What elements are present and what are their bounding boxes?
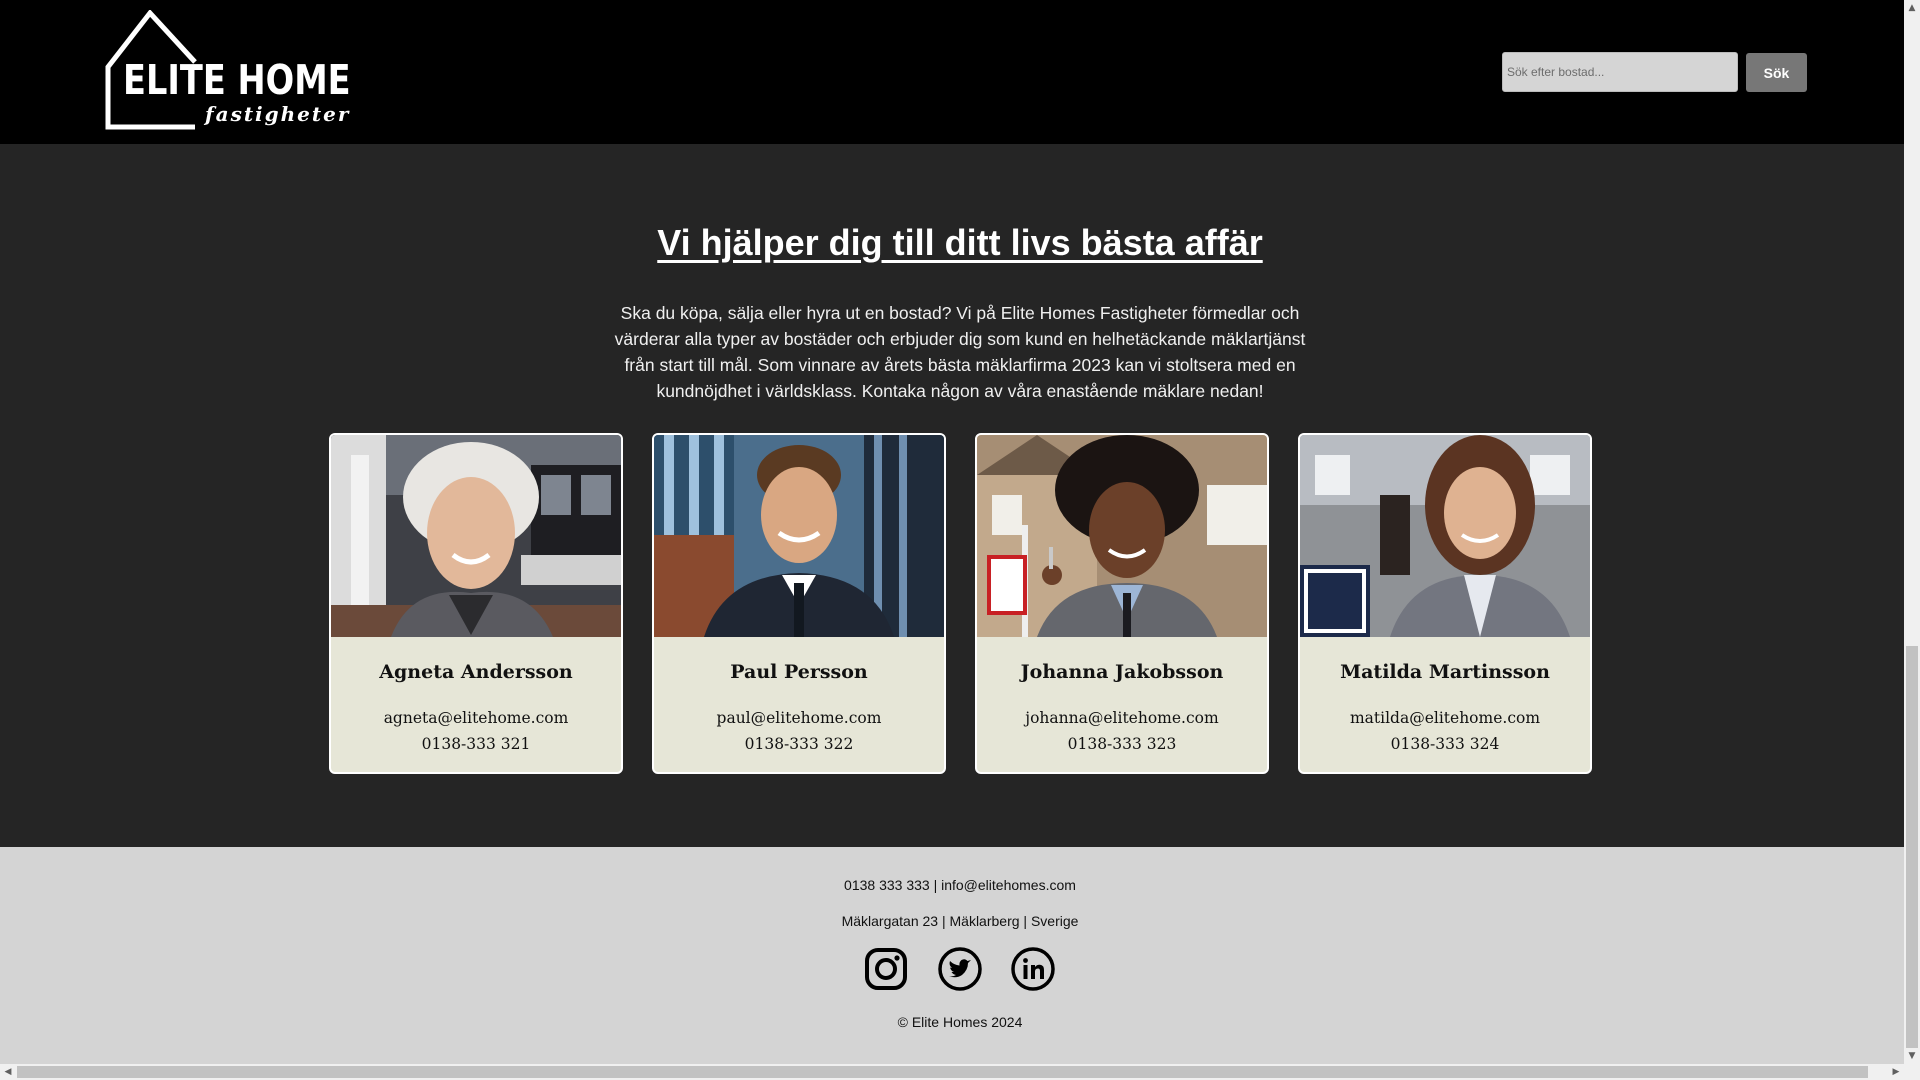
scroll-down-arrow-icon[interactable]: ▼ [1904, 1048, 1920, 1064]
agent-email[interactable]: matilda@elitehome.com [1300, 709, 1590, 727]
logo-subtitle: fastigheter [205, 102, 351, 126]
search-input[interactable] [1502, 52, 1738, 92]
footer-copyright: © Elite Homes 2024 [897, 1014, 1023, 1030]
agent-phone[interactable]: 0138-333 324 [1300, 735, 1590, 753]
footer-contact[interactable]: 0138 333 333 | info@elitehomes.com [0, 877, 1920, 893]
vertical-scrollbar-thumb[interactable] [1906, 646, 1918, 1048]
scroll-left-arrow-icon[interactable]: ◀ [0, 1064, 16, 1080]
linkedin-icon[interactable] [1011, 947, 1055, 991]
agent-card: Matilda Martinsson matilda@elitehome.com… [1298, 433, 1592, 774]
agent-photo [977, 435, 1267, 637]
agent-phone[interactable]: 0138-333 321 [331, 735, 621, 753]
agent-phone[interactable]: 0138-333 322 [654, 735, 944, 753]
search-button[interactable]: Sök [1746, 53, 1807, 92]
agent-name: Johanna Jakobsson [1020, 661, 1224, 683]
scroll-right-arrow-icon[interactable]: ▶ [1888, 1064, 1904, 1080]
agent-card: Johanna Jakobsson johanna@elitehome.com … [975, 433, 1269, 774]
agent-name: Agneta Andersson [379, 661, 573, 683]
site-footer: 0138 333 333 | info@elitehomes.com Mäkla… [0, 847, 1904, 1064]
intro-text: Ska du köpa, sälja eller hyra ut en bost… [614, 303, 1306, 401]
elite-home-logo[interactable]: ELITE HOME fastigheter [105, 10, 351, 130]
agent-card: Paul Persson paul@elitehome.com 0138-333… [652, 433, 946, 774]
logo-title: ELITE HOME [123, 56, 351, 104]
agent-name: Paul Persson [730, 661, 868, 683]
footer-address: Mäklargatan 23 | Mäklarberg | Sverige [841, 913, 1079, 929]
site-header: ELITE HOME fastigheter Sök [0, 0, 1904, 144]
horizontal-scrollbar-thumb[interactable] [17, 1066, 1868, 1078]
agent-phone[interactable]: 0138-333 323 [977, 735, 1267, 753]
agent-email[interactable]: agneta@elitehome.com [331, 709, 621, 727]
agent-photo [654, 435, 944, 637]
page-title: Vi hjälper dig till ditt livs bästa affä… [657, 222, 1263, 263]
agent-email[interactable]: paul@elitehome.com [654, 709, 944, 727]
agent-photo [331, 435, 621, 637]
instagram-icon[interactable] [864, 947, 908, 991]
agent-card: Agneta Andersson agneta@elitehome.com 01… [329, 433, 623, 774]
agent-photo [1300, 435, 1590, 637]
agent-email[interactable]: johanna@elitehome.com [977, 709, 1267, 727]
agent-name: Matilda Martinsson [1340, 661, 1550, 683]
scroll-up-arrow-icon[interactable]: ▲ [1904, 0, 1920, 16]
twitter-icon[interactable] [938, 947, 982, 991]
